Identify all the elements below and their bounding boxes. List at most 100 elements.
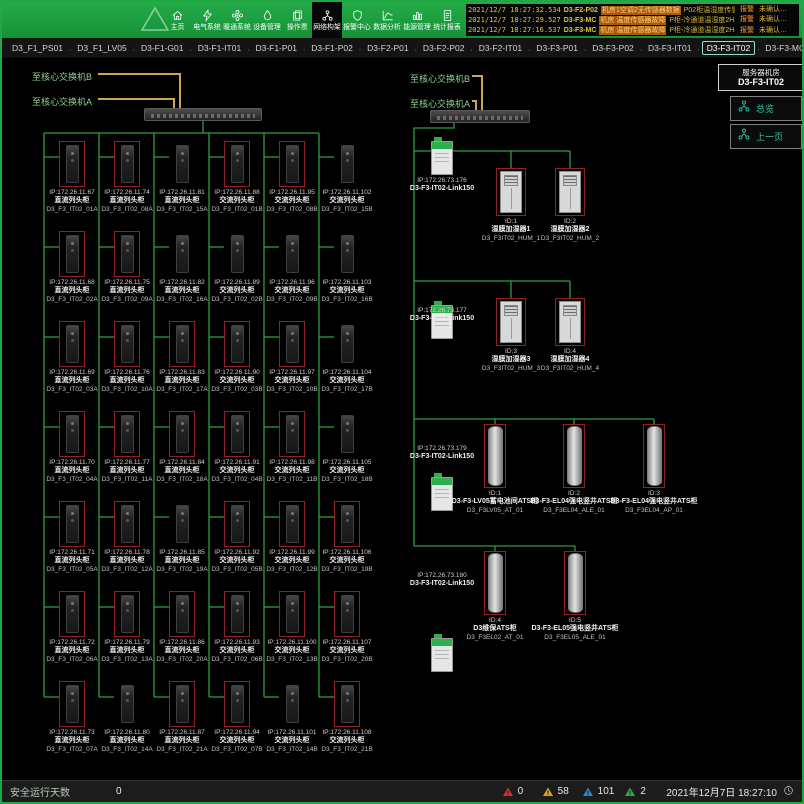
device-node[interactable] <box>334 591 360 637</box>
device-node[interactable] <box>114 231 140 277</box>
device-node[interactable] <box>279 231 305 277</box>
nav-item-electric[interactable]: 电气系统 <box>192 2 222 38</box>
device-node[interactable] <box>643 424 665 488</box>
device-node[interactable] <box>59 411 85 457</box>
left-core-switch-icon[interactable] <box>144 108 262 121</box>
device-node[interactable] <box>114 501 140 547</box>
device-node[interactable] <box>279 411 305 457</box>
device-node[interactable] <box>496 298 526 346</box>
device-code: D3_F3_IT02_02B <box>206 296 268 304</box>
tab-D3-F3-P01[interactable]: D3-F3-P01 <box>532 42 582 54</box>
device-node[interactable] <box>279 501 305 547</box>
alarm-status-column: 报警报警报警 <box>735 4 759 36</box>
nav-item-report[interactable]: 统计报表 <box>432 2 462 38</box>
device-node[interactable] <box>169 141 195 187</box>
device-node[interactable] <box>334 411 360 457</box>
alarm-row[interactable]: 2021/12/7 18:27:16.537D3-F3-MC机房 温度传感器故障… <box>468 26 733 35</box>
cabinet-icon <box>66 145 79 183</box>
device-node[interactable] <box>59 681 85 727</box>
tab-D3-F1-G01[interactable]: D3-F1-G01 <box>137 42 188 54</box>
nav-item-topology[interactable]: 网络构架 <box>312 2 342 38</box>
brand-triangle-logo <box>140 6 170 32</box>
device-node[interactable] <box>59 591 85 637</box>
device-node[interactable] <box>279 591 305 637</box>
tab-D3-F1-P01[interactable]: D3-F1-P01 <box>251 42 301 54</box>
alarm-device: D3-F3-MC <box>564 16 597 25</box>
device-type: 交流列头柜 <box>316 197 378 206</box>
device-node[interactable] <box>334 321 360 367</box>
alarm-more-link[interactable]: 未确认… <box>759 5 799 14</box>
overview-button[interactable]: 总览 <box>730 96 802 121</box>
device-node[interactable] <box>59 501 85 547</box>
device-node[interactable] <box>224 411 250 457</box>
device-node[interactable] <box>114 321 140 367</box>
device-node[interactable] <box>169 501 195 547</box>
tab-D3-F2-IT01[interactable]: D3-F2-IT01 <box>475 42 526 54</box>
nav-item-alarm[interactable]: 报警中心 <box>342 2 372 38</box>
device-node[interactable] <box>224 591 250 637</box>
device-node[interactable] <box>114 411 140 457</box>
nav-item-analysis[interactable]: 数据分析 <box>372 2 402 38</box>
alarm-row[interactable]: 2021/12/7 18:27:29.527D3-F3-MC机房 温度传感器故障… <box>468 16 733 25</box>
device-node[interactable] <box>169 321 195 367</box>
device-node[interactable] <box>59 321 85 367</box>
prev-page-button[interactable]: 上一页 <box>730 124 802 149</box>
device-node[interactable] <box>224 681 250 727</box>
device-node[interactable] <box>169 591 195 637</box>
device-node[interactable] <box>224 321 250 367</box>
device-type: 直流列头柜 <box>96 557 158 566</box>
device-node[interactable] <box>279 141 305 187</box>
device-label: IP:172.26.11.99交流列头柜D3_F3_IT02_12B <box>261 549 323 574</box>
device-node[interactable] <box>224 231 250 277</box>
alarm-status-badge[interactable]: 报警 <box>740 5 754 14</box>
device-node[interactable] <box>114 681 140 727</box>
alarm-row[interactable]: 2021/12/7 18:27:32.534D3-F2-P02机房1空调2无传感… <box>468 6 733 15</box>
cabinet-icon <box>176 145 189 183</box>
tab-D3-F3-IT01[interactable]: D3-F3-IT01 <box>644 42 695 54</box>
alarm-status-badge[interactable]: 报警 <box>740 26 754 35</box>
nav-item-energy[interactable]: 能源管理 <box>402 2 432 38</box>
device-node[interactable] <box>555 298 585 346</box>
tab-D3-F2-P01[interactable]: D3-F2-P01 <box>363 42 413 54</box>
device-node[interactable] <box>334 681 360 727</box>
tab-D3-F3-P02[interactable]: D3-F3-P02 <box>588 42 638 54</box>
gateway-node[interactable] <box>431 141 453 175</box>
nav-item-hvac[interactable]: 暖通系统 <box>222 2 252 38</box>
device-node[interactable] <box>334 501 360 547</box>
device-node[interactable] <box>114 591 140 637</box>
device-node[interactable] <box>496 168 526 216</box>
device-node[interactable] <box>334 231 360 277</box>
device-node[interactable] <box>59 231 85 277</box>
tab-D3-F1-IT01[interactable]: D3-F1-IT01 <box>194 42 245 54</box>
device-node[interactable] <box>224 501 250 547</box>
device-node[interactable] <box>334 141 360 187</box>
tab-D3_F1_PS01[interactable]: D3_F1_PS01 <box>8 42 67 54</box>
alarm-more-link[interactable]: 未确认… <box>759 26 799 35</box>
alarm-status-badge[interactable]: 报警 <box>740 15 754 24</box>
tab-D3-F1-P02[interactable]: D3-F1-P02 <box>307 42 357 54</box>
gateway-node[interactable] <box>431 638 453 672</box>
device-label: IP:172.26.11.108交流列头柜D3_F3_IT02_21B <box>316 729 378 754</box>
right-core-switch-icon[interactable] <box>430 110 530 123</box>
alarm-more-link[interactable]: 未确认… <box>759 15 799 24</box>
device-type: 交流列头柜 <box>261 467 323 476</box>
device-node[interactable] <box>169 681 195 727</box>
tab-D3-F3-MC[interactable]: D3-F3-MC <box>761 42 804 54</box>
device-ip: IP:172.26.11.101 <box>261 729 323 737</box>
device-node[interactable] <box>224 141 250 187</box>
device-label: ID:4湿膜加湿器4D3_F3IT02_HUM_4 <box>528 348 612 373</box>
tab-D3-F3-IT02[interactable]: D3-F3-IT02 <box>702 41 755 55</box>
tab-D3_F1_LV05[interactable]: D3_F1_LV05 <box>73 42 130 54</box>
device-node[interactable] <box>59 141 85 187</box>
device-node[interactable] <box>555 168 585 216</box>
device-node[interactable] <box>169 411 195 457</box>
device-node[interactable] <box>279 681 305 727</box>
device-node[interactable] <box>564 551 586 615</box>
device-node[interactable] <box>279 321 305 367</box>
device-node[interactable] <box>114 141 140 187</box>
device-node[interactable] <box>169 231 195 277</box>
device-node[interactable] <box>563 424 585 488</box>
nav-item-device[interactable]: 设备管理 <box>252 2 282 38</box>
nav-item-ticket[interactable]: 操作票 <box>282 2 312 38</box>
tab-D3-F2-P02[interactable]: D3-F2-P02 <box>419 42 469 54</box>
